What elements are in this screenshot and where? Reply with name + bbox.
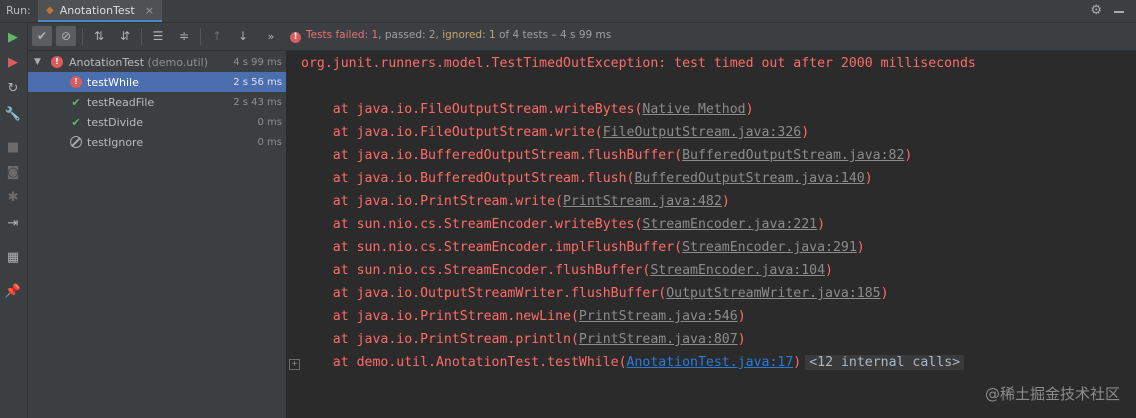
show-ignored-icon[interactable]: ⊘	[56, 26, 76, 46]
tree-item-name: testReadFile	[87, 95, 155, 109]
run-config-icon: ◆	[46, 4, 54, 16]
status-rest: of 4 tests – 4 s 99 ms	[495, 29, 612, 41]
stack-frame: at demo.util.AnotationTest.testWhile(Ano…	[301, 355, 965, 370]
camera-icon[interactable]: ◙	[5, 164, 21, 180]
watermark: @稀土掘金技术社区	[984, 385, 1120, 403]
chevron-down-icon[interactable]: ▼	[34, 57, 41, 67]
test-status-summary: ! Tests failed: 1, passed: 2, ignored: 1 …	[290, 29, 611, 43]
tree-item-name: testDivide	[87, 115, 143, 129]
exception-message: org.junit.runners.model.TestTimedOutExce…	[301, 56, 976, 71]
status-ignored: ignored: 1	[442, 29, 496, 41]
tree-root-row[interactable]: ▼ ! AnotationTest (demo.util) 4 s 99 ms	[28, 52, 286, 72]
rerun-failed-icon[interactable]: ▶	[5, 54, 21, 70]
stack-frame: at java.io.PrintStream.newLine(PrintStre…	[301, 309, 746, 324]
wrench-icon[interactable]: 🔧	[5, 106, 21, 122]
check-icon: ✔	[71, 95, 81, 109]
sort-alphabetically-icon[interactable]: ⇅	[89, 26, 109, 46]
source-link[interactable]: StreamEncoder.java:221	[642, 217, 817, 232]
toggle-auto-test-icon[interactable]: ↻	[5, 80, 21, 96]
stop-icon[interactable]: ■	[5, 139, 21, 155]
gear-icon[interactable]: ⚙	[1090, 3, 1102, 18]
source-link[interactable]: StreamEncoder.java:104	[650, 263, 825, 278]
collapse-all-icon[interactable]: ≑	[174, 26, 194, 46]
stack-frame: at java.io.PrintStream.println(PrintStre…	[301, 332, 746, 347]
stack-frame: at java.io.FileOutputStream.writeBytes(N…	[301, 102, 754, 117]
tree-root-name: AnotationTest	[69, 55, 145, 69]
tree-item-time: 0 ms	[257, 136, 283, 148]
source-link[interactable]: Native Method	[642, 102, 745, 117]
tool-window-header: Run: ◆ AnotationTest × ⚙	[0, 0, 1136, 23]
run-tool-window: Run: ◆ AnotationTest × ⚙ ▶ ▶ ↻ 🔧 ■ ◙ ✱ ⇥…	[0, 0, 1136, 418]
error-icon: !	[290, 32, 301, 43]
status-failed: Tests failed: 1	[306, 29, 379, 41]
source-link[interactable]: PrintStream.java:807	[579, 332, 738, 347]
tab-title: AnotationTest	[59, 3, 135, 17]
tab-anotation-test[interactable]: ◆ AnotationTest ×	[38, 0, 162, 22]
failed-icon: !	[70, 76, 82, 88]
stack-frame: at sun.nio.cs.StreamEncoder.flushBuffer(…	[301, 263, 833, 278]
tree-item-testIgnore[interactable]: testIgnore 0 ms	[28, 132, 286, 152]
source-link[interactable]: FileOutputStream.java:326	[603, 125, 802, 140]
minimize-icon[interactable]	[1114, 11, 1124, 13]
stack-frame: at java.io.PrintStream.write(PrintStream…	[301, 194, 730, 209]
bug-icon[interactable]: ✱	[5, 189, 21, 205]
console-output[interactable]: org.junit.runners.model.TestTimedOutExce…	[287, 51, 1136, 418]
stack-frame: at java.io.BufferedOutputStream.flushBuf…	[301, 148, 913, 163]
tree-root-package: (demo.util)	[147, 55, 208, 69]
layout-icon[interactable]: ▦	[5, 249, 21, 265]
source-link[interactable]: PrintStream.java:546	[579, 309, 738, 324]
pin-icon[interactable]: 📌	[5, 283, 21, 299]
toolbar-separator	[200, 28, 201, 45]
source-link[interactable]: StreamEncoder.java:291	[682, 240, 857, 255]
toolbar-separator	[82, 28, 83, 45]
tree-item-testReadFile[interactable]: ✔ testReadFile 2 s 43 ms	[28, 92, 286, 112]
tree-item-name: testIgnore	[87, 135, 144, 149]
previous-failed-icon[interactable]: ↑	[207, 26, 227, 46]
tree-item-testDivide[interactable]: ✔ testDivide 0 ms	[28, 112, 286, 132]
tree-item-time: 2 s 43 ms	[233, 96, 282, 108]
test-results-tree: ▼ ! AnotationTest (demo.util) 4 s 99 ms …	[28, 51, 287, 418]
source-link[interactable]: PrintStream.java:482	[563, 194, 722, 209]
tree-item-time: 0 ms	[257, 116, 283, 128]
tree-item-testWhile[interactable]: ! testWhile 2 s 56 ms	[28, 72, 286, 92]
internal-calls-fold[interactable]: <12 internal calls>	[805, 355, 965, 370]
source-link[interactable]: BufferedOutputStream.java:82	[682, 148, 904, 163]
source-link[interactable]: AnotationTest.java:17	[627, 355, 794, 370]
tree-item-name: testWhile	[87, 75, 139, 89]
source-link[interactable]: BufferedOutputStream.java:140	[634, 171, 864, 186]
source-link[interactable]: OutputStreamWriter.java:185	[666, 286, 880, 301]
expand-all-icon[interactable]: ☰	[148, 26, 168, 46]
stack-frame: at java.io.BufferedOutputStream.flush(Bu…	[301, 171, 873, 186]
stack-frame: at sun.nio.cs.StreamEncoder.implFlushBuf…	[301, 240, 865, 255]
tree-item-time: 2 s 56 ms	[233, 76, 282, 88]
expand-fold-icon[interactable]: +	[289, 359, 300, 370]
ignored-icon	[70, 136, 82, 148]
stack-frame: at java.io.OutputStreamWriter.flushBuffe…	[301, 286, 889, 301]
sort-by-duration-icon[interactable]: ⇵	[115, 26, 135, 46]
stack-frame: at sun.nio.cs.StreamEncoder.writeBytes(S…	[301, 217, 826, 232]
rerun-icon[interactable]: ▶	[5, 29, 21, 45]
stack-frame: at java.io.FileOutputStream.write(FileOu…	[301, 125, 810, 140]
test-toolbar: ✔ ⊘ ⇅ ⇵ ☰ ≑ ↑ ↓ » ! Tests failed: 1, pass…	[28, 23, 1136, 51]
next-failed-icon[interactable]: ↓	[233, 26, 253, 46]
more-actions-icon[interactable]: »	[261, 26, 281, 46]
run-label: Run:	[6, 4, 31, 17]
failed-icon: !	[51, 56, 63, 68]
close-tab-icon[interactable]: ×	[145, 4, 154, 17]
tree-root-time: 4 s 99 ms	[233, 56, 282, 68]
check-icon: ✔	[71, 115, 81, 129]
run-actions-strip: ▶ ▶ ↻ 🔧 ■ ◙ ✱ ⇥ ▦ 📌	[0, 23, 28, 418]
status-passed: , passed: 2,	[378, 29, 443, 41]
toolbar-separator	[141, 28, 142, 45]
show-passed-icon[interactable]: ✔	[32, 26, 52, 46]
exit-icon[interactable]: ⇥	[5, 215, 21, 231]
